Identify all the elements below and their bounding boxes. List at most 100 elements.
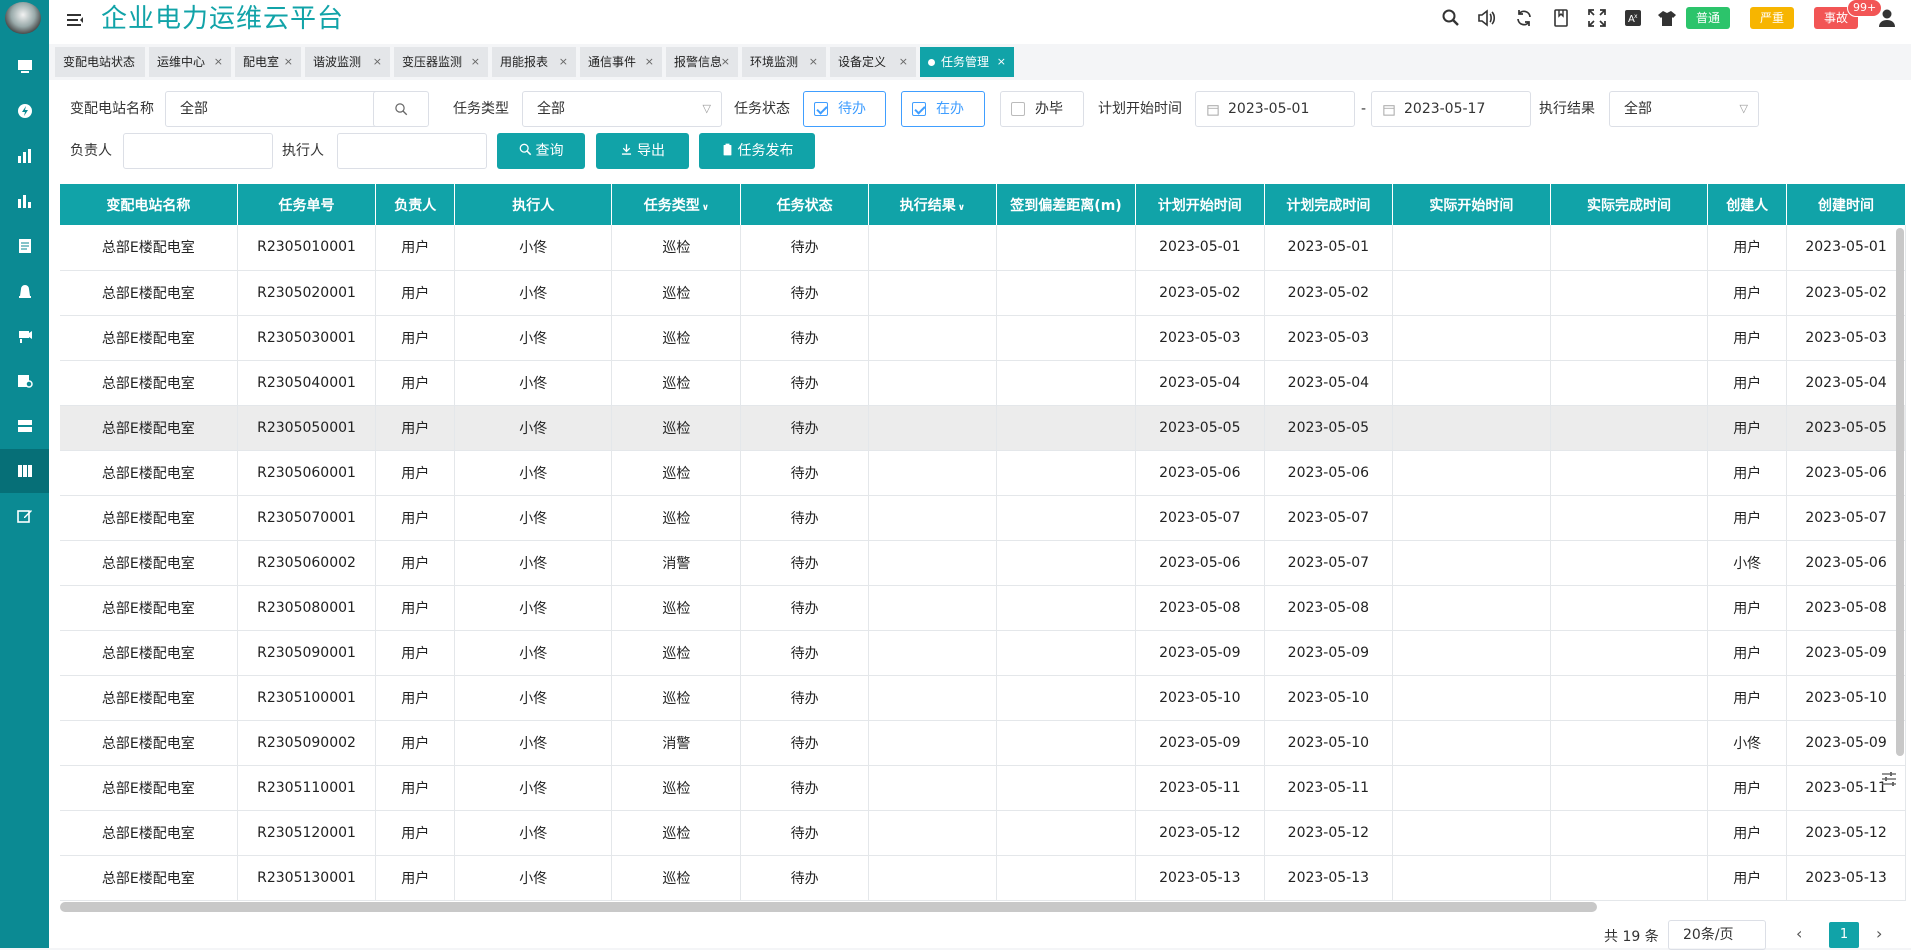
tab-9[interactable]: 设备定义 × — [830, 47, 916, 77]
translate-icon[interactable]: Ax — [1622, 7, 1644, 29]
close-icon[interactable]: × — [214, 47, 223, 77]
table-row[interactable]: 总部E楼配电室 R2305030001 用户 小佟 巡检 待办 2023-05-03 2023… — [60, 315, 1906, 361]
table-cell — [868, 315, 997, 361]
sidebar-item-task[interactable] — [0, 449, 49, 493]
table-cell: 用户 — [1707, 765, 1788, 811]
tab-7[interactable]: 报警信息 × — [666, 47, 738, 77]
prev-page-button[interactable]: ‹ — [1796, 924, 1802, 943]
close-icon[interactable]: × — [645, 47, 654, 77]
close-icon[interactable]: × — [809, 47, 818, 77]
table-row[interactable]: 总部E楼配电室 R2305080001 用户 小佟 巡检 待办 2023-05-08 2023… — [60, 585, 1906, 631]
table-cell: R2305100001 — [237, 675, 377, 721]
table-row[interactable]: 总部E楼配电室 R2305090002 用户 小佟 消警 待办 2023-05-09 2023… — [60, 720, 1906, 766]
station-select[interactable]: 全部 — [165, 91, 379, 127]
table-row[interactable]: 总部E楼配电室 R2305060001 用户 小佟 巡检 待办 2023-05-06 2023… — [60, 450, 1906, 496]
close-icon[interactable]: × — [471, 47, 480, 77]
table-cell: 2023-05-05 — [1135, 405, 1265, 451]
sidebar-item-edit[interactable] — [0, 494, 49, 538]
refresh-icon[interactable] — [1513, 7, 1535, 29]
table-cell: 总部E楼配电室 — [60, 270, 238, 316]
table-cell: 2023-05-12 — [1135, 810, 1265, 856]
table-row[interactable]: 总部E楼配电室 R2305020001 用户 小佟 巡检 待办 2023-05-02 2023… — [60, 270, 1906, 316]
tab-0[interactable]: 变配电站状态 — [55, 47, 145, 77]
tab-6[interactable]: 通信事件 × — [580, 47, 662, 77]
close-icon[interactable]: × — [559, 47, 568, 77]
sidebar-item-report[interactable] — [0, 224, 49, 268]
severity-normal-button[interactable]: 普通 — [1686, 7, 1731, 29]
search-icon[interactable] — [1440, 7, 1462, 29]
table-cell: 总部E楼配电室 — [60, 450, 238, 496]
table-cell — [1550, 225, 1709, 271]
table-row[interactable]: 总部E楼配电室 R2305010001 用户 小佟 巡检 待办 2023-05-01 2023… — [60, 225, 1906, 271]
table-row[interactable]: 总部E楼配电室 R2305050001 用户 小佟 巡检 待办 2023-05-05 2023… — [60, 405, 1906, 451]
skin-icon[interactable] — [1656, 7, 1678, 29]
tab-8[interactable]: 环境监测 × — [742, 47, 826, 77]
table-cell — [996, 585, 1137, 631]
page-number-button[interactable]: 1 — [1829, 922, 1859, 948]
publish-task-button[interactable]: 任务发布 — [699, 133, 815, 169]
table-row[interactable]: 总部E楼配电室 R2305040001 用户 小佟 巡检 待办 2023-05-04 2023… — [60, 360, 1906, 406]
tab-4[interactable]: 变压器监测 × — [394, 47, 488, 77]
table-cell: 待办 — [740, 225, 869, 271]
severity-serious-button[interactable]: 严重 — [1750, 7, 1795, 29]
table-cell — [996, 720, 1137, 766]
tab-3[interactable]: 谐波监测 × — [305, 47, 390, 77]
user-avatar-icon[interactable] — [1876, 7, 1898, 29]
station-search-button[interactable] — [373, 91, 429, 127]
table-row[interactable]: 总部E楼配电室 R2305090001 用户 小佟 巡检 待办 2023-05-09 2023… — [60, 630, 1906, 676]
tab-1[interactable]: 运维中心 × — [149, 47, 231, 77]
result-select[interactable]: 全部 ▽ — [1609, 91, 1759, 127]
table-row[interactable]: 总部E楼配电室 R2305110001 用户 小佟 巡检 待办 2023-05-11 2023… — [60, 765, 1906, 811]
calendar-icon — [1383, 105, 1395, 116]
horizontal-scrollbar[interactable] — [60, 902, 1597, 912]
sidebar-item-camera[interactable] — [0, 314, 49, 358]
table-row[interactable]: 总部E楼配电室 R2305120001 用户 小佟 巡检 待办 2023-05-12 2023… — [60, 810, 1906, 856]
export-button[interactable]: 导出 — [596, 133, 689, 169]
executor-input[interactable] — [337, 133, 487, 169]
status-done-checkbox[interactable]: 办毕 — [1000, 91, 1084, 127]
status-inprogress-checkbox[interactable]: 在办 — [901, 91, 985, 127]
edit-icon — [16, 510, 32, 523]
date-to-input[interactable]: 2023-05-17 — [1371, 91, 1531, 127]
close-icon[interactable]: × — [284, 47, 293, 77]
next-page-button[interactable]: › — [1876, 924, 1882, 943]
speaker-icon[interactable] — [1475, 7, 1497, 29]
sidebar-item-stats[interactable] — [0, 179, 49, 223]
sidebar-item-inspection[interactable] — [0, 359, 49, 403]
tab-5[interactable]: 用能报表 × — [492, 47, 576, 77]
table-row[interactable]: 总部E楼配电室 R2305070001 用户 小佟 巡检 待办 2023-05-07 2023… — [60, 495, 1906, 541]
tab-10[interactable]: 任务管理 × — [920, 47, 1014, 77]
tab-2[interactable]: 配电室 × — [235, 47, 301, 77]
close-icon[interactable]: × — [373, 47, 382, 77]
table-cell: 用户 — [375, 270, 456, 316]
status-todo-checkbox[interactable]: 待办 — [803, 91, 886, 127]
table-cell — [1550, 675, 1709, 721]
sidebar-item-bar-chart[interactable] — [0, 134, 49, 178]
column-settings-icon[interactable] — [1880, 770, 1898, 788]
table-cell: R2305040001 — [237, 360, 377, 406]
task-type-select[interactable]: 全部 ▽ — [522, 91, 722, 127]
date-from-input[interactable]: 2023-05-01 — [1195, 91, 1355, 127]
query-button[interactable]: 查询 — [497, 133, 585, 169]
table-row[interactable]: 总部E楼配电室 R2305060002 用户 小佟 消警 待办 2023-05-06 2023… — [60, 540, 1906, 586]
bookmark-icon[interactable] — [1550, 7, 1572, 29]
close-icon[interactable]: × — [899, 47, 908, 77]
column-header[interactable]: 执行结果 ∨ — [868, 184, 997, 225]
table-cell: R2305030001 — [237, 315, 377, 361]
table-row[interactable]: 总部E楼配电室 R2305130001 用户 小佟 巡检 待办 2023-05-13 2023… — [60, 855, 1906, 901]
table-row[interactable]: 总部E楼配电室 R2305100001 用户 小佟 巡检 待办 2023-05-10 2023… — [60, 675, 1906, 721]
sidebar-item-device[interactable] — [0, 404, 49, 448]
menu-toggle-icon[interactable] — [65, 10, 85, 30]
table-cell: 小佟 — [454, 495, 613, 541]
table-cell: 小佟 — [454, 765, 613, 811]
column-header[interactable]: 任务类型 ∨ — [611, 184, 742, 225]
fullscreen-icon[interactable] — [1586, 7, 1608, 29]
page-size-select[interactable]: 20条/页 — [1668, 920, 1766, 950]
owner-input[interactable] — [123, 133, 273, 169]
vertical-scrollbar[interactable] — [1896, 228, 1904, 756]
close-icon[interactable]: × — [721, 47, 730, 77]
sidebar-item-alarm[interactable] — [0, 269, 49, 313]
sidebar-item-energy[interactable] — [0, 89, 49, 133]
close-icon[interactable]: × — [997, 47, 1006, 77]
sidebar-item-dashboard[interactable] — [0, 44, 49, 88]
